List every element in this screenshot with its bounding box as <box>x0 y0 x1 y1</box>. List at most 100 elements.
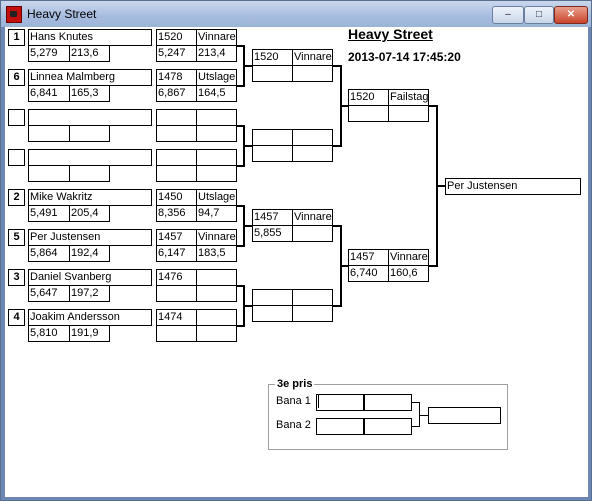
match-id-field[interactable]: 1520 <box>156 29 197 46</box>
seed-number: 4 <box>8 309 25 326</box>
match-id-field[interactable]: 1457 <box>156 229 197 246</box>
driver-name-field[interactable] <box>28 109 152 126</box>
match-speed-field[interactable] <box>196 125 237 142</box>
speed-field[interactable] <box>69 125 110 142</box>
r2-status-field[interactable]: Vinnare <box>292 209 333 226</box>
third-place-label: 3e pris <box>275 378 315 390</box>
speed-field[interactable]: 191,9 <box>69 325 110 342</box>
match-speed-field[interactable] <box>196 325 237 342</box>
third-place-result-field[interactable] <box>428 407 501 424</box>
r2-status-field[interactable]: Vinnare <box>292 49 333 66</box>
driver-name-field[interactable]: Linnea Malmberg <box>28 69 152 86</box>
match-id-field[interactable] <box>156 109 197 126</box>
speed-field[interactable]: 205,4 <box>69 205 110 222</box>
sf-speed-field[interactable] <box>388 105 429 122</box>
match-status-field[interactable]: Vinnare <box>196 229 237 246</box>
lane2-label: Bana 2 <box>276 419 311 431</box>
r2-time-field[interactable]: 5,855 <box>252 225 293 242</box>
match-time-field[interactable]: 5,247 <box>156 45 197 62</box>
bracket-connector-out <box>245 145 252 147</box>
driver-name-field[interactable]: Mike Wakritz <box>28 189 152 206</box>
reaction-time-field[interactable] <box>28 125 70 142</box>
match-id-field[interactable] <box>156 149 197 166</box>
r2-time-field[interactable] <box>252 65 293 82</box>
speed-field[interactable]: 213,6 <box>69 45 110 62</box>
reaction-time-field[interactable]: 5,491 <box>28 205 70 222</box>
r2-id-field[interactable] <box>252 129 293 146</box>
sf-speed-field[interactable]: 160,6 <box>388 265 429 282</box>
driver-name-field[interactable]: Per Justensen <box>28 229 152 246</box>
lane1-status-field[interactable] <box>364 394 412 411</box>
match-speed-field[interactable] <box>196 165 237 182</box>
sf-id-field[interactable]: 1520 <box>348 89 389 106</box>
speed-field[interactable] <box>69 165 110 182</box>
match-status-field[interactable]: Vinnare <box>196 29 237 46</box>
final-winner-field[interactable]: Per Justensen <box>445 178 581 195</box>
sf-time-field[interactable]: 6,740 <box>348 265 389 282</box>
match-status-field[interactable] <box>196 269 237 286</box>
match-time-field[interactable]: 6,867 <box>156 85 197 102</box>
reaction-time-field[interactable]: 5,810 <box>28 325 70 342</box>
match-id-field[interactable]: 1478 <box>156 69 197 86</box>
title-bar[interactable]: Heavy Street – □ ✕ <box>1 1 591 27</box>
r2-speed-field[interactable] <box>292 225 333 242</box>
match-time-field[interactable]: 6,147 <box>156 245 197 262</box>
minimize-button[interactable]: – <box>492 6 524 24</box>
reaction-time-field[interactable]: 5,647 <box>28 285 70 302</box>
match-speed-field[interactable]: 213,4 <box>196 45 237 62</box>
maximize-button[interactable]: □ <box>524 6 554 24</box>
match-time-field[interactable] <box>156 125 197 142</box>
bracket-connector <box>333 225 342 307</box>
sf-time-field[interactable] <box>348 105 389 122</box>
match-time-field[interactable] <box>156 165 197 182</box>
r2-speed-field[interactable] <box>292 305 333 322</box>
r2-time-field[interactable] <box>252 305 293 322</box>
match-status-field[interactable] <box>196 309 237 326</box>
match-status-field[interactable] <box>196 109 237 126</box>
r2-time-field[interactable] <box>252 145 293 162</box>
match-time-field[interactable] <box>156 325 197 342</box>
driver-name-field[interactable]: Daniel Svanberg <box>28 269 152 286</box>
reaction-time-field[interactable] <box>28 165 70 182</box>
reaction-time-field[interactable]: 5,279 <box>28 45 70 62</box>
match-speed-field[interactable]: 94,7 <box>196 205 237 222</box>
bracket-connector-out <box>245 225 252 227</box>
match-id-field[interactable]: 1476 <box>156 269 197 286</box>
match-time-field[interactable]: 8,356 <box>156 205 197 222</box>
close-button[interactable]: ✕ <box>554 6 588 24</box>
match-speed-field[interactable]: 164,5 <box>196 85 237 102</box>
r2-status-field[interactable] <box>292 129 333 146</box>
seed-number: 6 <box>8 69 25 86</box>
reaction-time-field[interactable]: 6,841 <box>28 85 70 102</box>
r2-id-field[interactable]: 1457 <box>252 209 293 226</box>
match-status-field[interactable]: Utslagen <box>196 189 237 206</box>
r2-speed-field[interactable] <box>292 65 333 82</box>
match-speed-field[interactable]: 183,5 <box>196 245 237 262</box>
speed-field[interactable]: 192,4 <box>69 245 110 262</box>
bracket-connector <box>237 285 245 327</box>
reaction-time-field[interactable]: 5,864 <box>28 245 70 262</box>
r2-status-field[interactable] <box>292 289 333 306</box>
match-status-field[interactable]: Utslagen <box>196 69 237 86</box>
match-status-field[interactable] <box>196 149 237 166</box>
sf-status-field[interactable]: Vinnare <box>388 249 429 266</box>
driver-name-field[interactable]: Hans Knutes <box>28 29 152 46</box>
r2-id-field[interactable] <box>252 289 293 306</box>
app-icon[interactable] <box>6 6 22 23</box>
match-time-field[interactable] <box>156 285 197 302</box>
match-id-field[interactable]: 1474 <box>156 309 197 326</box>
seed-number: 5 <box>8 229 25 246</box>
driver-name-field[interactable] <box>28 149 152 166</box>
r2-speed-field[interactable] <box>292 145 333 162</box>
speed-field[interactable]: 165,3 <box>69 85 110 102</box>
lane2-status-field[interactable] <box>364 418 412 435</box>
speed-field[interactable]: 197,2 <box>69 285 110 302</box>
lane2-id-field[interactable] <box>316 418 364 435</box>
lane1-id-field[interactable] <box>316 394 364 411</box>
sf-status-field[interactable]: Failstage <box>388 89 429 106</box>
driver-name-field[interactable]: Joakim Andersson <box>28 309 152 326</box>
match-id-field[interactable]: 1450 <box>156 189 197 206</box>
sf-id-field[interactable]: 1457 <box>348 249 389 266</box>
r2-id-field[interactable]: 1520 <box>252 49 293 66</box>
match-speed-field[interactable] <box>196 285 237 302</box>
